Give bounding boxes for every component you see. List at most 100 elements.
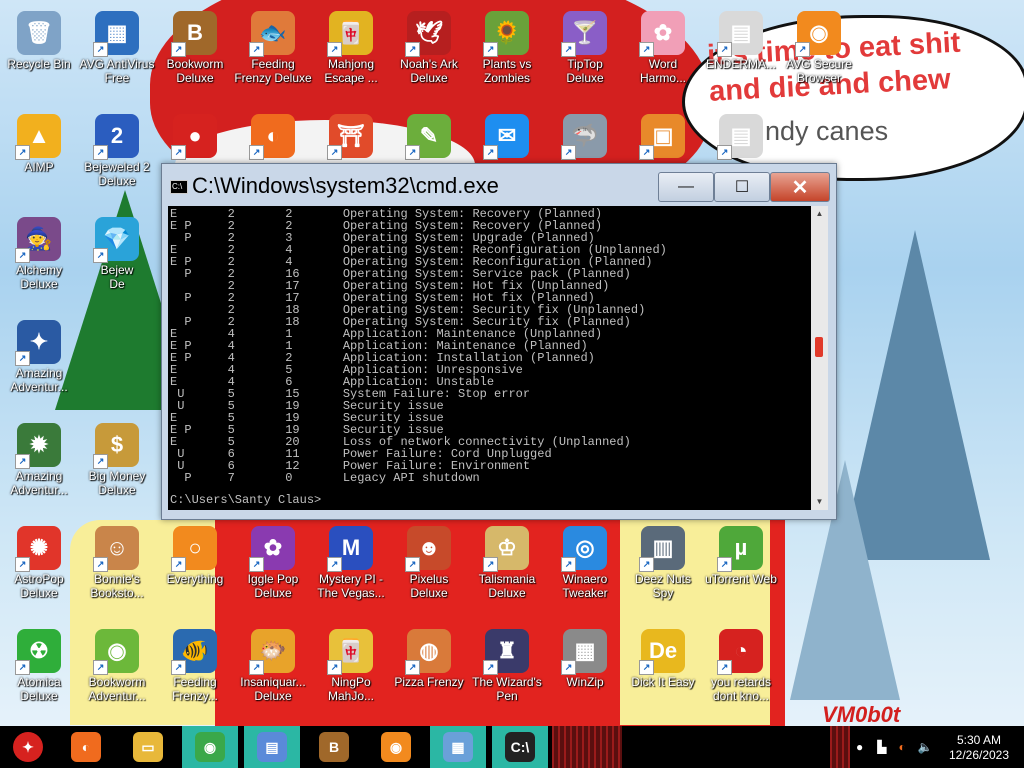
taskbar: ✦ ◐ ▭ ◉ ▤ B ◉ ▦ C:\ ● ▙ ◐ 🔈 <box>0 726 1024 768</box>
taskbar-clock[interactable]: 5:30 AM 12/26/2023 <box>944 733 1014 763</box>
desktop-icon[interactable]: 🐡 ↗ Insaniquar... Deluxe <box>234 623 312 723</box>
desktop-icon[interactable]: ✺ ↗ AstroPop Deluxe <box>0 520 78 620</box>
desktop-icon[interactable]: ✹ ↗ Amazing Adventur... <box>0 417 78 517</box>
shortcut-arrow-icon: ↗ <box>171 42 186 57</box>
network-icon[interactable]: ▙ <box>877 740 886 754</box>
desktop-icon[interactable]: ▲ ↗ AIMP <box>0 108 78 208</box>
shortcut-arrow-icon: ↗ <box>249 145 264 160</box>
scroll-up-icon[interactable]: ▲ <box>811 206 828 222</box>
maximize-button[interactable]: ☐ <box>714 172 770 202</box>
shortcut-arrow-icon: ↗ <box>405 145 420 160</box>
desktop-icon[interactable]: ◔ ↗ you retards dont kno... <box>702 623 780 723</box>
desktop-icon[interactable]: ✦ ↗ Amazing Adventur... <box>0 314 78 414</box>
desktop-icon-label: Talismania Deluxe <box>478 572 536 600</box>
shortcut-arrow-icon: ↗ <box>327 660 342 675</box>
desktop-icon[interactable]: ◉ ↗ AVG Secure Browser <box>780 5 858 105</box>
taskbar-button[interactable]: B <box>306 726 362 768</box>
firefox-tray-icon[interactable]: ◐ <box>898 740 905 754</box>
desktop-icon-label: Feeding Frenzy Deluxe <box>234 57 312 85</box>
desktop-icon[interactable]: 🀄 ↗ Mahjong Escape ... <box>312 5 390 105</box>
shortcut-arrow-icon: ↗ <box>717 660 732 675</box>
desktop-icon-label: Insaniquar... Deluxe <box>240 675 306 703</box>
desktop-icon[interactable]: ▥ ↗ Deez Nuts Spy <box>624 520 702 620</box>
desktop-icon-label: AstroPop Deluxe <box>14 572 64 600</box>
desktop-icon[interactable]: 💎 ↗ Bejew De <box>78 211 156 311</box>
volume-icon[interactable]: 🔈 <box>918 740 933 754</box>
desktop-icon[interactable]: 🕊 ↗ Noah's Ark Deluxe <box>390 5 468 105</box>
desktop-icon-label: Word Harmo... <box>639 57 686 85</box>
taskbar-button[interactable]: ◉ <box>368 726 424 768</box>
shortcut-arrow-icon: ↗ <box>93 660 108 675</box>
desktop-icon[interactable]: ▦ ↗ WinZip <box>546 623 624 723</box>
cmd-titlebar[interactable]: C:\ C:\Windows\system32\cmd.exe — ☐ ✕ <box>162 164 836 206</box>
desktop-icon-label: TipTop Deluxe <box>566 57 604 85</box>
taskbar-button[interactable]: ◉ <box>182 726 238 768</box>
desktop-icon[interactable]: ☺ ↗ Bonnie's Booksto... <box>78 520 156 620</box>
desktop-icon[interactable]: De ↗ Dick It Easy <box>624 623 702 723</box>
close-button[interactable]: ✕ <box>770 172 830 202</box>
desktop-icon[interactable]: 2 ↗ Bejeweled 2 Deluxe <box>78 108 156 208</box>
desktop-icon-label: Bookworm Adventur... <box>88 675 146 703</box>
shortcut-arrow-icon: ↗ <box>639 660 654 675</box>
desktop-icon[interactable]: B ↗ Bookworm Deluxe <box>156 5 234 105</box>
desktop-icon[interactable]: ✿ ↗ Iggle Pop Deluxe <box>234 520 312 620</box>
desktop-icon[interactable]: M ↗ Mystery PI - The Vegas... <box>312 520 390 620</box>
taskbar-button[interactable]: ◐ <box>58 726 114 768</box>
desktop-icon[interactable]: 🗑 Recycle Bin <box>0 5 78 105</box>
cmd-console[interactable]: E 2 2 Operating System: Recovery (Planne… <box>168 206 811 510</box>
desktop-icon[interactable]: 🐠 ↗ Feeding Frenzy... <box>156 623 234 723</box>
shortcut-arrow-icon: ↗ <box>795 42 810 57</box>
enderman-icon: ▤ ↗ <box>717 11 763 57</box>
desktop-icon[interactable]: ◎ ↗ Winaero Tweaker <box>546 520 624 620</box>
desktop-icon[interactable]: ♔ ↗ Talismania Deluxe <box>468 520 546 620</box>
desktop-icon-label: ENDERMA... <box>705 57 776 71</box>
desktop-icon[interactable]: ◉ ↗ Bookworm Adventur... <box>78 623 156 723</box>
minimize-button[interactable]: — <box>658 172 714 202</box>
pixelus-icon: ☻ ↗ <box>405 526 451 572</box>
cmd-output-line: P 7 0 Legacy API shutdown <box>170 471 480 485</box>
dick-it-easy-icon: De ↗ <box>639 629 685 675</box>
taskbar-button[interactable]: ▭ <box>120 726 176 768</box>
desktop-icon-label: Bejew De <box>100 263 134 291</box>
desktop-icon[interactable]: ◍ ↗ Pizza Frenzy <box>390 623 468 723</box>
deez-nuts-icon: ▥ ↗ <box>639 526 685 572</box>
desktop-icon[interactable]: ▤ ↗ ENDERMA... <box>702 5 780 105</box>
desktop-icon[interactable]: ♜ ↗ The Wizard's Pen <box>468 623 546 723</box>
taskbar-button[interactable]: ▦ <box>430 726 486 768</box>
shortcut-arrow-icon: ↗ <box>249 42 264 57</box>
desktop-icon[interactable]: 🧙 ↗ Alchemy Deluxe <box>0 211 78 311</box>
start-button[interactable]: ✦ <box>0 726 56 768</box>
desktop-icon-label: Winaero Tweaker <box>562 572 608 600</box>
taskbar-button[interactable]: ▤ <box>244 726 300 768</box>
scrollbar-thumb[interactable] <box>815 337 823 357</box>
desktop-icon[interactable]: 🐟 ↗ Feeding Frenzy Deluxe <box>234 5 312 105</box>
noahs-ark-icon: 🕊 ↗ <box>405 11 451 57</box>
tray-dot-icon[interactable]: ● <box>856 740 863 754</box>
desktop-icon[interactable]: 🍸 ↗ TipTop Deluxe <box>546 5 624 105</box>
orange-cube-icon: ▣ ↗ <box>639 114 685 160</box>
desktop-icon[interactable]: ☻ ↗ Pixelus Deluxe <box>390 520 468 620</box>
desktop-icon[interactable]: 🌻 ↗ Plants vs Zombies <box>468 5 546 105</box>
shortcut-arrow-icon: ↗ <box>483 145 498 160</box>
cmd-scrollbar[interactable]: ▲ ▼ <box>811 206 828 510</box>
desktop-icon[interactable]: 🀄 ↗ NingPo MahJo... <box>312 623 390 723</box>
desktop-icon[interactable]: ○ ↗ Everything <box>156 520 234 620</box>
mystery-pi-icon: M ↗ <box>327 526 373 572</box>
desktop-icon-label: Feeding Frenzy... <box>172 675 218 703</box>
mahjong-icon: 🀄 ↗ <box>327 11 373 57</box>
taskbar-button[interactable]: C:\ <box>492 726 548 768</box>
everything-search-icon: ○ ↗ <box>171 526 217 572</box>
desktop-icon-label: Mahjong Escape ... <box>324 57 378 85</box>
desktop-icon[interactable]: $ ↗ Big Money Deluxe <box>78 417 156 517</box>
cmd-output: E 2 2 Operating System: Recovery (Planne… <box>168 206 811 484</box>
desktop-icon-label: WinZip <box>566 675 604 689</box>
shortcut-arrow-icon: ↗ <box>93 145 108 160</box>
winzip-icon: ▦ ↗ <box>561 629 607 675</box>
cmd-window[interactable]: C:\ C:\Windows\system32\cmd.exe — ☐ ✕ E … <box>161 163 837 520</box>
desktop-icon[interactable]: ☢ ↗ Atomica Deluxe <box>0 623 78 723</box>
desktop-icon[interactable]: ▦ ↗ AVG AntiVirus Free <box>78 5 156 105</box>
desktop-icon-label: you retards dont kno... <box>710 675 772 703</box>
desktop-icon[interactable]: ✿ ↗ Word Harmo... <box>624 5 702 105</box>
desktop-icon[interactable]: µ ↗ uTorrent Web <box>702 520 780 620</box>
scroll-down-icon[interactable]: ▼ <box>811 494 828 510</box>
